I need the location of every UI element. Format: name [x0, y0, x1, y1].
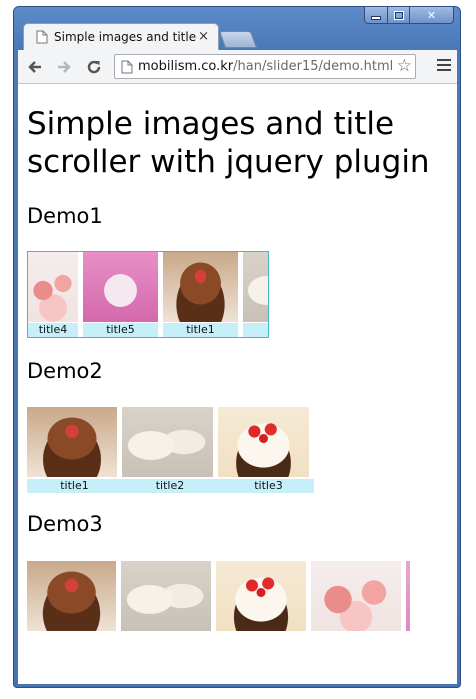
page-title: Simple images and title scroller with jq…: [27, 106, 430, 180]
window-close-button[interactable]: ✕: [410, 7, 454, 24]
chocolate-cake-image: [163, 252, 238, 322]
demo3-heading: Demo3: [27, 512, 103, 536]
strawberry-cake-image: [216, 561, 306, 631]
tab-title: Simple images and title: [54, 30, 197, 44]
tab-close-icon[interactable]: ×: [198, 29, 209, 44]
url-path: /han/slider15/demo.html: [233, 59, 394, 74]
demo1-strip: title4 title5 title1 t: [28, 252, 268, 337]
slide-caption: title5: [83, 323, 158, 337]
pink-flower-cake-image: [406, 561, 410, 631]
maximize-button[interactable]: [388, 7, 410, 24]
browser-toolbar: mobilism.co.kr/han/slider15/demo.html ☆: [18, 50, 457, 84]
browser-tab[interactable]: Simple images and title ×: [23, 23, 219, 50]
chocolate-cake-image: [27, 407, 117, 477]
address-bar[interactable]: mobilism.co.kr/han/slider15/demo.html ☆: [114, 54, 416, 79]
slide[interactable]: [311, 561, 401, 631]
reload-icon: [87, 60, 101, 74]
maximize-icon: [393, 10, 404, 20]
star-icon[interactable]: ☆: [397, 56, 412, 76]
minimize-icon: [371, 16, 381, 20]
demo1-heading: Demo1: [27, 204, 103, 228]
slide[interactable]: title4: [28, 252, 78, 337]
pink-flower-cake-image: [83, 252, 158, 322]
slide-caption: t: [243, 323, 268, 337]
back-button[interactable]: [23, 55, 47, 79]
demo2-slider: title1 title2 title3: [27, 407, 314, 493]
demo3-slider: [27, 561, 410, 631]
new-tab-button[interactable]: [218, 31, 258, 48]
slide[interactable]: [406, 561, 410, 631]
demo2-heading: Demo2: [27, 359, 103, 383]
demo1-slider: title4 title5 title1 t: [27, 251, 269, 338]
demo2-strip: title1 title2 title3: [27, 407, 314, 493]
slide-caption: title4: [28, 323, 78, 337]
slide[interactable]: title1: [163, 252, 238, 337]
forward-button[interactable]: [52, 55, 76, 79]
forward-arrow-icon: [58, 61, 71, 73]
slide-caption: title1: [27, 479, 122, 493]
strawberry-cake-image: [218, 407, 309, 477]
macaron-image: [311, 561, 401, 631]
slide-caption: title1: [163, 323, 238, 337]
minimize-button[interactable]: [364, 7, 388, 24]
demo3-strip: [27, 561, 410, 631]
chocolate-cake-image: [27, 561, 116, 631]
page-icon: [121, 60, 133, 73]
page-content: Simple images and title scroller with jq…: [18, 84, 457, 684]
page-icon: [36, 30, 48, 44]
macaron-image: [28, 252, 78, 322]
slide[interactable]: title5: [83, 252, 158, 337]
slide[interactable]: [121, 561, 211, 631]
slide[interactable]: [216, 561, 306, 631]
back-arrow-icon: [28, 61, 41, 73]
slide-caption: title3: [218, 479, 314, 493]
slide[interactable]: [27, 561, 116, 631]
slide[interactable]: title3: [218, 407, 314, 493]
slide[interactable]: title2: [122, 407, 218, 493]
url-host: mobilism.co.kr: [138, 59, 234, 74]
rice-cake-image: [122, 407, 213, 477]
slide[interactable]: title1: [27, 407, 122, 493]
slide-caption: title2: [122, 479, 218, 493]
slide[interactable]: t: [243, 252, 268, 337]
url-text: mobilism.co.kr/han/slider15/demo.html: [138, 59, 393, 74]
hamburger-menu-icon[interactable]: [437, 59, 451, 74]
window-controls: ✕: [364, 7, 454, 25]
rice-cake-image: [121, 561, 211, 631]
close-icon: ✕: [426, 8, 437, 22]
reload-button[interactable]: [82, 55, 106, 79]
rice-cake-image: [243, 252, 268, 322]
